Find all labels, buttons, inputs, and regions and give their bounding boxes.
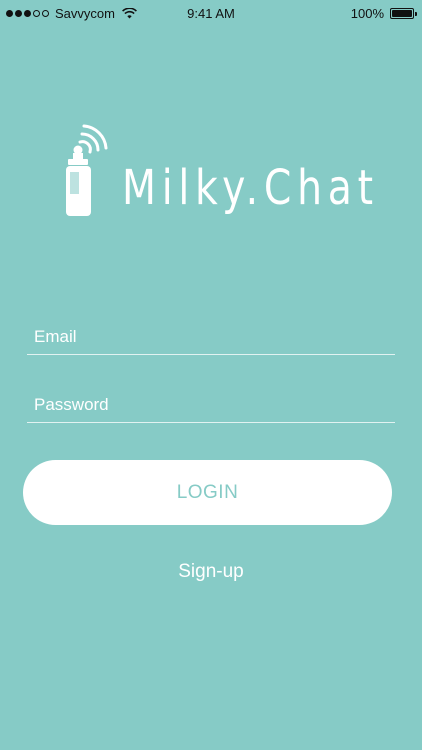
battery-fill — [392, 10, 412, 17]
battery-icon — [390, 8, 417, 19]
app-name: Milky.Chat — [122, 160, 379, 216]
app-logo: Milky.Chat — [48, 118, 388, 228]
password-input[interactable] — [34, 395, 384, 415]
signup-link[interactable]: Sign-up — [0, 561, 422, 583]
email-input[interactable] — [34, 327, 384, 347]
status-right: 100% — [350, 6, 417, 21]
login-button[interactable]: LOGIN — [23, 460, 392, 525]
baby-bottle-wifi-icon — [66, 124, 108, 216]
status-bar: Savvycom 9:41 AM 100% — [0, 0, 422, 28]
email-field — [27, 314, 395, 355]
battery-percentage: 100% — [350, 6, 384, 21]
password-field — [27, 382, 395, 423]
